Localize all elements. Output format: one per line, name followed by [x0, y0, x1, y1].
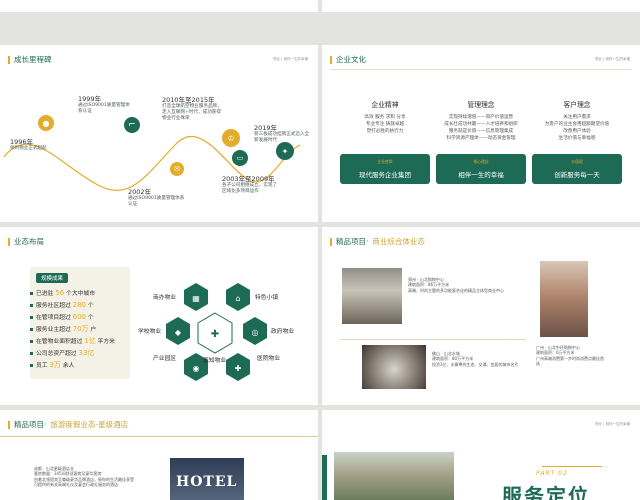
slide-commercial-projects[interactable]: 精品项目· 商业综合体业态 郑州 · 山北购物中心 建筑面积：86万平方米 高端、… — [322, 227, 640, 405]
hotel-photo: HOTEL — [170, 458, 244, 500]
hotel-desc: 成都 · 山北星级酒店业 客房数量：345间舒适客房及豪华套房 由着北领国宾至尊… — [34, 466, 134, 488]
stat-row: 已进驻 56 个大中城市 — [30, 288, 95, 297]
slide-title: 精品项目· 商业综合体业态 — [330, 236, 425, 247]
slide-prev-left[interactable] — [0, 0, 318, 12]
milestone-1996: 1996年 保利物业正式起航 — [10, 138, 47, 152]
svg-text:◆: ◆ — [175, 328, 182, 337]
mall-photo-3 — [540, 261, 588, 337]
svg-text:⌂: ⌂ — [235, 294, 240, 303]
stat-row: 员工 3万 余人 — [30, 360, 74, 370]
divider — [330, 69, 632, 70]
mission-box: 企业使命 现代服务企业集团 — [340, 154, 430, 184]
section-title: 服务定位 — [502, 484, 590, 500]
culture-column-customer: 客户理念 关注用户需求 为客户的业主会用超额期望价值 改善用户体验 生活价值与幸… — [544, 101, 610, 141]
slide-title: 业态布局 — [8, 236, 44, 247]
milestone-2019: 2019年 新三板成功挂牌正式迈入全新发展时代 — [254, 124, 310, 143]
monitor-icon: ▭ — [232, 150, 248, 166]
slide-tag: 物业 | 相伴一生的幸福 — [595, 57, 630, 61]
stat-row: 在管物业面积超过 1亿 平方米 — [30, 336, 115, 346]
slide-title: 企业文化 — [330, 54, 366, 65]
milestone-2010: 2010年至2015年 打造全球航空物业服务品牌，走入互联网+时代，成功获得物业行… — [162, 96, 222, 121]
svg-text:◉: ◉ — [193, 364, 200, 373]
svg-text:✚: ✚ — [235, 364, 242, 373]
slide-service-positioning[interactable]: 物业 | 相伴一生的幸福 PART 02 服务定位 — [322, 410, 640, 500]
project-desc-1: 郑州 · 山北购物中心 建筑面积：86万平方米 高端、时尚主题的多功能复合化的精… — [408, 277, 504, 293]
part-label: PART 02 — [536, 470, 568, 477]
svg-text:◎: ◎ — [252, 328, 259, 337]
label-town: 特色小镇 — [255, 295, 279, 301]
values-box: 价值观 创新服务每一天 — [532, 154, 622, 184]
milestone-2003: 2003年至2009年 各子公司相继成立，实现了区域化多项目运作 — [222, 175, 278, 194]
slide-prev-right[interactable] — [322, 0, 640, 12]
stat-row: 公司总资产超过 33亿 — [30, 348, 94, 358]
svg-text:▦: ▦ — [192, 294, 200, 303]
label-school: 学校物业 — [138, 329, 162, 335]
handshake-icon: ✦ — [276, 142, 294, 160]
slide-culture[interactable]: 企业文化 物业 | 相伴一生的幸福 企业精神 高效 服务 求和 分享 专业专注 … — [322, 45, 640, 222]
stat-row: 在管项目超过 600 个 — [30, 312, 94, 321]
hotel-sign: HOTEL — [176, 474, 238, 490]
divider — [542, 466, 602, 467]
label-government: 政府物业 — [271, 329, 295, 335]
stat-row: 服务业主超过 70万 户 — [30, 324, 96, 334]
stat-row: 服务社区超过 280 个 — [30, 300, 94, 309]
slide-tag: 物业 | 相伴一生的幸福 — [595, 422, 630, 426]
slide-business-layout[interactable]: 业态布局 规模成果 已进驻 56 个大中城市 服务社区超过 280 个 在管项目… — [0, 227, 318, 405]
label-park: 产业园区 — [153, 356, 177, 362]
label-office: 商办物业 — [153, 295, 177, 301]
slide-title: 精品项目· 旅游度假业态-星级酒店 — [8, 419, 128, 430]
culture-column-spirit: 企业精神 高效 服务 求和 分享 专业专注 铸就卓越 塑打必胜的执行力 — [364, 101, 406, 134]
core-idea-box: 核心理念 相伴一生的幸福 — [436, 154, 526, 184]
divider — [0, 436, 318, 437]
mall-photo-2 — [362, 345, 426, 389]
resort-photo — [334, 452, 454, 500]
slide-hotel-projects[interactable]: 精品项目· 旅游度假业态-星级酒店 成都 · 山北星级酒店业 客房数量：345间舒… — [0, 410, 318, 500]
slide-milestones[interactable]: 成长里程碑 物业 | 相伴一生的幸福 ● ⌐ ♔ ✦ ✉ ▭ 1996年 保利物业… — [0, 45, 318, 222]
accent-bar — [322, 455, 327, 500]
divider — [340, 339, 526, 340]
project-desc-3: 广州 · 山北中环购物中心 建筑面积：6万平方米 广州高端消费第一步时尚消费点最… — [536, 345, 604, 367]
svg-text:✚: ✚ — [211, 329, 219, 340]
mall-photo-1 — [342, 268, 402, 324]
business-hex-diagram: ✚ ▦ ⌂ ◆ ◎ ◉ ✚ — [166, 283, 267, 381]
people-icon: ● — [38, 115, 54, 131]
label-center: 现知物业 — [203, 358, 227, 364]
culture-column-management: 管理理念 实现持续增值——资产价值运营 成长壮成功共赢——人才培养和组织 服务就… — [444, 101, 518, 141]
milestone-1999: 1999年 通过ISO9001质量管理体系认证 — [78, 95, 130, 114]
key-icon: ⌐ — [124, 117, 140, 133]
mail-icon: ✉ — [170, 162, 184, 176]
milestone-2002: 2002年 通过ISO9001质量管理体系认证 — [128, 188, 185, 207]
label-hospital: 医院物业 — [257, 356, 281, 362]
stats-badge: 规模成果 — [36, 273, 69, 283]
crown-icon: ♔ — [222, 129, 240, 147]
project-desc-2: 佛山 · 山北水城 建筑面积：80万平方米 投资3亿、水寨粤的生态、交通、宜居的… — [432, 351, 519, 367]
